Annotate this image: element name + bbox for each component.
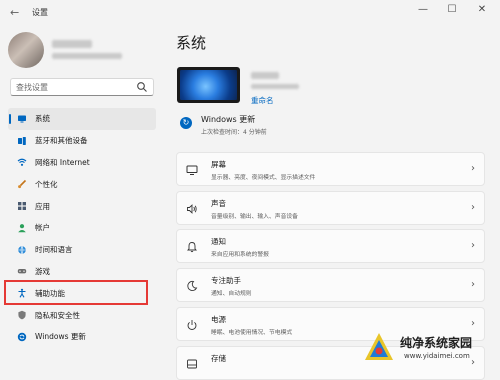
monitor-icon bbox=[186, 165, 198, 175]
device-name-blurred bbox=[251, 72, 279, 79]
minimize-button[interactable]: — bbox=[413, 4, 433, 15]
shield-icon bbox=[17, 310, 27, 320]
highlight-annotation bbox=[4, 280, 148, 305]
card-subtitle: 音量级别、输出、输入、声音设备 bbox=[211, 214, 298, 220]
person-icon bbox=[17, 223, 27, 233]
profile-name-blurred bbox=[52, 40, 92, 48]
chevron-right-icon: › bbox=[471, 357, 475, 368]
sidebar-item-label: 应用 bbox=[35, 201, 50, 211]
power-icon bbox=[187, 320, 197, 330]
sidebar-item-network[interactable]: 网络和 Internet bbox=[8, 152, 156, 174]
brush-icon bbox=[17, 179, 27, 189]
card-title: 屏幕 bbox=[211, 160, 226, 169]
selection-indicator bbox=[9, 114, 11, 124]
sidebar-item-privacy[interactable]: 隐私和安全性 bbox=[8, 304, 156, 326]
bluetooth-icon bbox=[17, 136, 27, 146]
card-title: 通知 bbox=[211, 237, 226, 246]
chevron-right-icon: › bbox=[471, 163, 475, 174]
sidebar-item-label: 游戏 bbox=[35, 266, 50, 276]
card-title: 电源 bbox=[211, 315, 226, 324]
chevron-right-icon: › bbox=[471, 202, 475, 213]
sidebar-item-label: 隐私和安全性 bbox=[35, 310, 80, 320]
storage-icon bbox=[187, 359, 197, 369]
update-status-icon: ↻ bbox=[180, 117, 192, 129]
globe-clock-icon bbox=[17, 245, 27, 255]
card-title: 声音 bbox=[211, 199, 226, 208]
update-icon bbox=[17, 332, 27, 342]
device-model-blurred bbox=[251, 84, 299, 89]
sidebar-item-apps[interactable]: 应用 bbox=[8, 195, 156, 217]
chevron-right-icon: › bbox=[471, 240, 475, 251]
device-image bbox=[177, 67, 240, 103]
sidebar-item-accounts[interactable]: 帐户 bbox=[8, 217, 156, 239]
card-subtitle: 显示器、亮度、夜间模式、显示描述文件 bbox=[211, 175, 316, 181]
wifi-icon bbox=[17, 157, 27, 167]
search-box[interactable] bbox=[10, 78, 154, 96]
card-subtitle: 通知、自动规则 bbox=[211, 291, 252, 297]
maximize-button[interactable]: ☐ bbox=[442, 4, 462, 15]
sidebar-item-bluetooth[interactable]: 蓝牙和其他设备 bbox=[8, 130, 156, 152]
moon-icon bbox=[187, 280, 198, 292]
update-title[interactable]: Windows 更新 bbox=[201, 114, 255, 125]
card-subtitle: 来自应用和系统的警报 bbox=[211, 252, 269, 258]
bell-icon bbox=[187, 242, 197, 253]
profile-email-blurred bbox=[52, 53, 122, 59]
card-sound[interactable]: 声音 音量级别、输出、输入、声音设备 › bbox=[176, 191, 485, 225]
card-display[interactable]: 屏幕 显示器、亮度、夜间模式、显示描述文件 › bbox=[176, 152, 485, 186]
sidebar-item-label: 网络和 Internet bbox=[35, 157, 90, 167]
sidebar-item-label: 个性化 bbox=[35, 179, 58, 189]
back-arrow-icon[interactable]: ← bbox=[10, 6, 19, 19]
avatar[interactable] bbox=[8, 32, 44, 68]
display-icon bbox=[17, 114, 27, 124]
sidebar-item-label: 时间和语言 bbox=[35, 245, 73, 255]
card-title: 存储 bbox=[211, 354, 226, 363]
speaker-icon bbox=[187, 204, 197, 214]
search-input[interactable] bbox=[16, 81, 126, 93]
update-subtitle: 上次检查时间：4 分钟前 bbox=[201, 129, 267, 136]
search-icon bbox=[137, 82, 147, 92]
title-bar: ← 设置 — ☐ ✕ bbox=[0, 0, 500, 26]
sidebar-item-label: 蓝牙和其他设备 bbox=[35, 136, 88, 146]
gamepad-icon bbox=[17, 266, 27, 276]
card-notifications[interactable]: 通知 来自应用和系统的警报 › bbox=[176, 229, 485, 263]
card-focus-assist[interactable]: 专注助手 通知、自动规则 › bbox=[176, 268, 485, 302]
close-button[interactable]: ✕ bbox=[472, 4, 492, 15]
card-title: 专注助手 bbox=[211, 276, 241, 285]
apps-icon bbox=[17, 201, 27, 211]
sidebar-item-label: 系统 bbox=[35, 114, 50, 124]
watermark-text: 纯净系统家园 bbox=[400, 336, 473, 350]
sidebar-nav: 系统 蓝牙和其他设备 网络和 Internet 个性化 应用 帐户 时间和语言 … bbox=[8, 108, 156, 348]
watermark-url: www.yidaimei.com bbox=[404, 352, 470, 360]
watermark-logo-icon bbox=[365, 333, 393, 360]
card-subtitle: 睡眠、电池使用情况、节电模式 bbox=[211, 330, 293, 336]
sidebar-item-label: 帐户 bbox=[35, 223, 50, 233]
chevron-right-icon: › bbox=[471, 318, 475, 329]
rename-link[interactable]: 重命名 bbox=[251, 95, 274, 106]
sidebar-item-time-language[interactable]: 时间和语言 bbox=[8, 239, 156, 261]
sidebar-item-personalization[interactable]: 个性化 bbox=[8, 173, 156, 195]
sidebar-item-label: Windows 更新 bbox=[35, 332, 86, 342]
sidebar-item-system[interactable]: 系统 bbox=[8, 108, 156, 130]
sidebar-item-windows-update[interactable]: Windows 更新 bbox=[8, 326, 156, 348]
chevron-right-icon: › bbox=[471, 279, 475, 290]
page-title: 系统 bbox=[176, 34, 207, 52]
window-title: 设置 bbox=[32, 8, 48, 17]
